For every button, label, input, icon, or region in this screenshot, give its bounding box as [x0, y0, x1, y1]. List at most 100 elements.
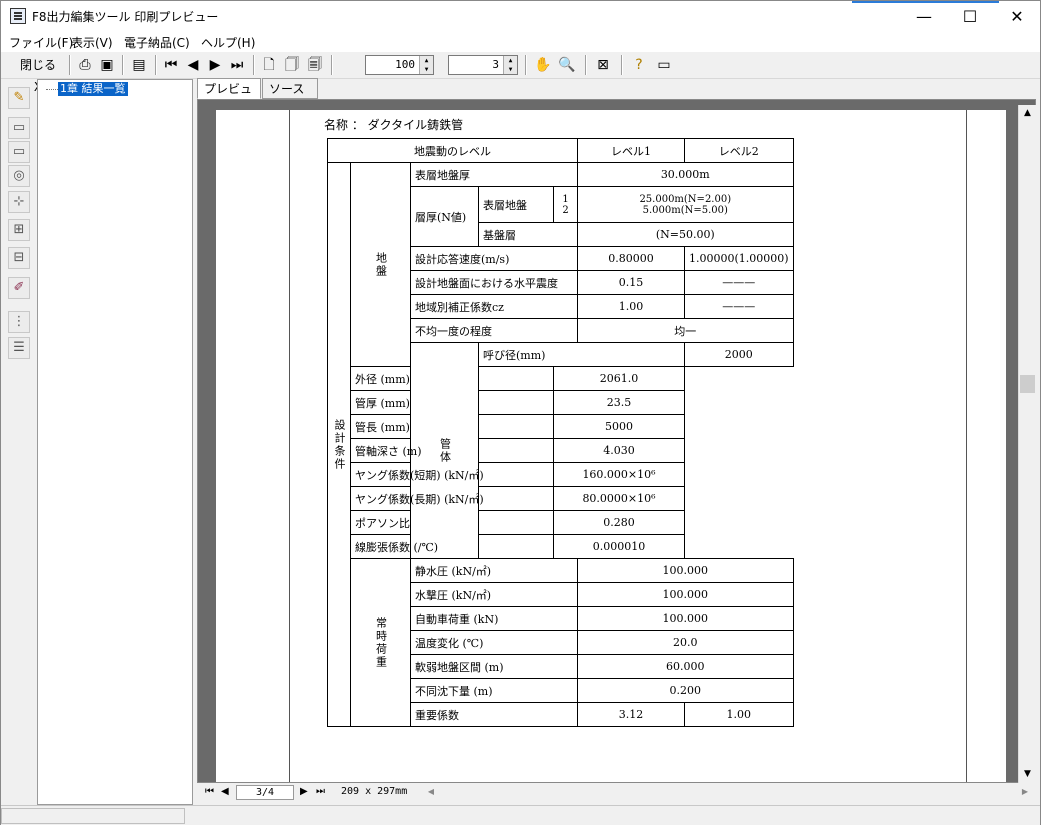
tool-icon-4[interactable]: ⊹	[8, 191, 30, 213]
nav-next-icon[interactable]: ▶	[300, 786, 308, 797]
multi-page-icon[interactable]: 🗐	[305, 54, 325, 76]
toolbar: 閉じる(X) ⎙ ▣ ▤ ⏮ ◀ ▶ ⏭ 🗋 🗍 🗐 100 ▲▼ 3 ▲▼ ✋…	[1, 52, 1040, 94]
minimize-button[interactable]: —	[901, 1, 947, 32]
row-value: 1.00	[684, 702, 794, 727]
title-bar: F8出力編集ツール 印刷プレビュー — ☐ ✕	[1, 1, 1040, 32]
row-label: 静水圧 (kN/㎡)	[410, 558, 578, 583]
sub-number-cell: 12	[553, 186, 578, 223]
list-icon[interactable]: ☰	[8, 337, 30, 359]
last-page-icon[interactable]: ⏭	[227, 54, 247, 76]
tree-icon[interactable]: ⋮	[8, 311, 30, 333]
double-page-icon[interactable]: 🗍	[282, 54, 302, 76]
single-page-icon[interactable]: 🗋	[259, 54, 279, 76]
row-label: 軟弱地盤区間 (m)	[410, 654, 578, 679]
table-row: 管長 (mm) 5000	[328, 414, 794, 439]
surface-values-cell: 25.000m(N=2.00) 5.000m(N=5.00)	[577, 186, 794, 223]
sub-number: 1	[562, 193, 569, 205]
maximize-button[interactable]: ☐	[947, 1, 993, 32]
row-value: 5000	[553, 414, 685, 439]
save-icon[interactable]: ▣	[97, 54, 117, 76]
row-label: 重要係数	[410, 702, 578, 727]
row-value: (N=50.00)	[577, 222, 794, 247]
row-label: ヤング係数(短期) (kN/㎡)	[350, 462, 554, 487]
fit-page-icon[interactable]: ⊠	[592, 54, 614, 76]
menu-file[interactable]: ファイル(F)	[9, 34, 73, 51]
menu-delivery[interactable]: 電子納品(C)	[124, 34, 190, 51]
row-value: 20.0	[577, 630, 794, 655]
table-row: 地震動のレベル レベル1 レベル2	[327, 138, 794, 163]
row-value: 0.000010	[553, 534, 685, 559]
page-indicator[interactable]: 3/4	[236, 785, 294, 800]
nav-prev-icon[interactable]: ◀	[221, 786, 229, 797]
sub-number: 2	[562, 204, 569, 216]
tab-preview[interactable]: プレビュー	[197, 78, 261, 116]
chapter-tree: 1章 結果一覧	[37, 79, 193, 805]
preview-window: F8出力編集ツール 印刷プレビュー — ☐ ✕ ファイル(F) 表示(V) 電子…	[0, 0, 1041, 825]
page-margin-left	[289, 110, 290, 782]
nav-last-icon[interactable]: ⏭	[316, 786, 325, 797]
row-label: 管長 (mm)	[350, 414, 554, 439]
status-bar	[1, 805, 1040, 825]
help-icon[interactable]: ?	[628, 54, 650, 76]
zoom-tool-icon[interactable]: 🔍	[556, 54, 578, 76]
toolbar-separator	[331, 55, 333, 75]
tool-icon-7[interactable]: ✐	[8, 277, 30, 299]
row-value: 2000	[684, 342, 794, 367]
scroll-up-icon[interactable]: ▲	[1019, 105, 1036, 122]
about-icon[interactable]: ▭	[653, 54, 675, 76]
row-value: 0.200	[577, 678, 794, 703]
page-margin-right	[966, 110, 967, 782]
page-setup-icon[interactable]: ▤	[128, 54, 150, 76]
close-preview-button[interactable]: 閉じる(X)	[13, 54, 63, 94]
print-icon[interactable]: ⎙	[75, 54, 95, 76]
row-label: 基盤層	[478, 222, 578, 247]
prev-page-icon[interactable]: ◀	[183, 54, 203, 76]
zoom-spinbox[interactable]: 100 ▲ ▼	[365, 55, 434, 75]
hscroll-left-icon[interactable]: ◀	[423, 784, 439, 800]
tool-icon-2[interactable]: ▭	[8, 141, 30, 163]
row-value: 0.15	[577, 270, 685, 295]
table-row: 設計条件 地盤 表層地盤厚 30.000m	[327, 162, 794, 727]
tool-icon-1[interactable]: ▭	[8, 117, 30, 139]
pages-spin-arrows[interactable]: ▲ ▼	[503, 56, 517, 74]
header-cell: レベル1	[577, 138, 685, 163]
close-window-button[interactable]: ✕	[994, 1, 1040, 32]
toolbar-separator	[585, 55, 587, 75]
row-value: 0.280	[553, 510, 685, 535]
row-value: 80.0000×10⁶	[553, 486, 685, 511]
document-name: 名称 ： ダクタイル鋳鉄管	[324, 118, 464, 132]
vertical-scrollbar[interactable]: ▲ ▼	[1018, 105, 1036, 783]
nav-first-icon[interactable]: ⏮	[205, 786, 214, 797]
design-conditions-table: 地震動のレベル レベル1 レベル2 設計条件 地盤 表層地盤厚 30.000m …	[327, 138, 794, 727]
menu-help[interactable]: ヘルプ(H)	[201, 34, 255, 51]
scroll-down-icon[interactable]: ▼	[1019, 766, 1036, 783]
hscroll-right-icon[interactable]: ▶	[1017, 784, 1033, 800]
hand-tool-icon[interactable]: ✋	[532, 54, 554, 76]
row-label: 設計地盤面における水平震度	[410, 270, 578, 295]
table-row: ポアソン比 0.280	[328, 510, 794, 535]
toolbar-separator	[69, 55, 71, 75]
tab-source[interactable]: ソース	[262, 78, 318, 99]
tree-connector	[46, 89, 58, 90]
tool-icon-3[interactable]: ◎	[8, 165, 30, 187]
zoom-spin-arrows[interactable]: ▲ ▼	[419, 56, 433, 74]
first-page-icon[interactable]: ⏮	[161, 54, 181, 76]
preview-area[interactable]: 名称 ： ダクタイル鋳鉄管 地震動のレベル レベル1 レベル2 設計条件 地盤 …	[197, 99, 1036, 783]
tree-node-chapter1[interactable]: 1章 結果一覧	[58, 82, 128, 96]
tool-icon-5[interactable]: ⊞	[8, 219, 30, 241]
group-label-outer: 設計条件	[327, 162, 351, 727]
row-label: 表層地盤厚	[410, 162, 578, 187]
scroll-thumb[interactable]	[1020, 375, 1035, 393]
row-value: 1.00000(1.00000)	[684, 246, 794, 271]
row-value: 25.000m(N=2.00)	[639, 193, 732, 205]
row-label: 層厚(N値)	[410, 186, 479, 247]
row-label: 設計応答速度(m/s)	[410, 246, 578, 271]
table-row: 常時荷重 静水圧 (kN/㎡) 100.000	[328, 558, 794, 727]
row-label: 温度変化 (℃)	[410, 630, 578, 655]
next-page-icon[interactable]: ▶	[205, 54, 225, 76]
tool-icon-6[interactable]: ⊟	[8, 247, 30, 269]
pages-spinbox[interactable]: 3 ▲ ▼	[448, 55, 518, 75]
row-label: 表層地盤	[478, 186, 554, 223]
pen-icon[interactable]: ✎	[8, 87, 30, 109]
menu-view[interactable]: 表示(V)	[71, 34, 113, 51]
